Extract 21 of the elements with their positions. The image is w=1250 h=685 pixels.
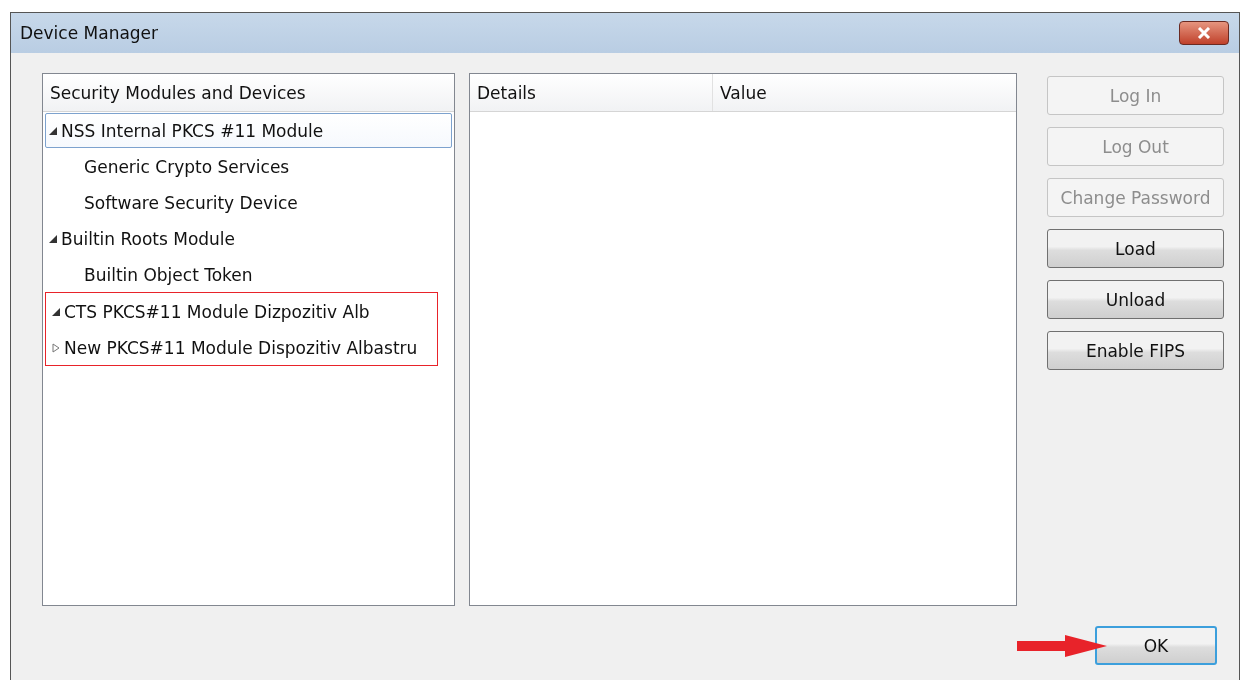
tree-item[interactable]: Builtin Roots Module (45, 221, 452, 256)
tree-item[interactable]: New PKCS#11 Module Dispozitiv Albastru (48, 330, 435, 365)
action-button[interactable]: Enable FIPS (1047, 331, 1224, 370)
expanded-triangle-icon[interactable] (48, 233, 58, 244)
action-button[interactable]: Load (1047, 229, 1224, 268)
expanded-triangle-icon[interactable] (51, 306, 61, 317)
action-button[interactable]: Unload (1047, 280, 1224, 319)
tree-item[interactable]: NSS Internal PKCS #11 Module (45, 113, 452, 148)
tree-item[interactable]: CTS PKCS#11 Module Dizpozitiv Alb (48, 294, 435, 329)
tree-item[interactable]: Software Security Device (45, 185, 452, 220)
column-header[interactable]: Value (713, 74, 767, 111)
tree-item[interactable]: Builtin Object Token (45, 257, 452, 292)
column-header[interactable]: Details (470, 74, 713, 111)
tree-item[interactable]: Generic Crypto Services (45, 149, 452, 184)
ok-button[interactable]: OK (1095, 626, 1217, 665)
collapsed-triangle-icon[interactable] (51, 342, 61, 353)
close-icon (1196, 27, 1212, 39)
expanded-triangle-icon[interactable] (48, 125, 58, 136)
close-button[interactable] (1179, 21, 1229, 45)
window-title: Device Manager (20, 23, 159, 43)
column-header[interactable]: Security Modules and Devices (43, 74, 454, 111)
